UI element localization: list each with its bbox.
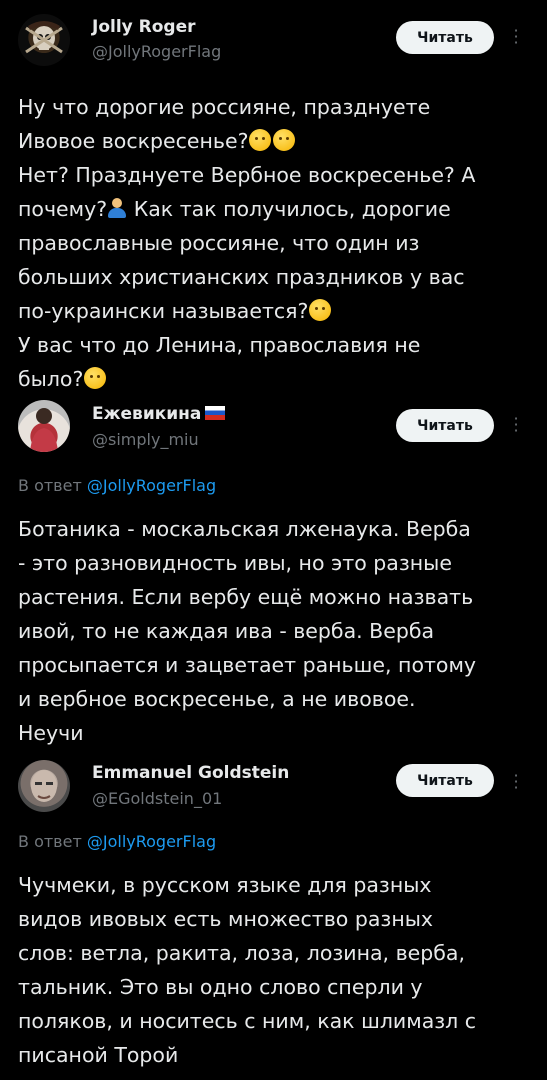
tweet-text: Ну что дорогие россияне, празднуете Ивов…: [18, 95, 476, 391]
follow-button[interactable]: Читать: [396, 764, 494, 797]
more-options-icon[interactable]: · · ·: [510, 411, 522, 439]
smirk-emoji-icon: [273, 129, 296, 151]
reply-1: Ежевикина @simply_miu Читать · · · В ответ…: [0, 390, 547, 750]
tweet-text: Чучмеки, в русском языке для разных видо…: [18, 873, 477, 1067]
more-options-icon[interactable]: · · ·: [510, 23, 522, 51]
reply-2: Emmanuel Goldstein @EGoldstein_01 Читать…: [0, 750, 547, 1080]
follow-button[interactable]: Читать: [396, 21, 494, 54]
russia-flag-icon: [205, 406, 226, 420]
reply-context: В ответ @JollyRogerFlag: [18, 832, 217, 851]
skull-icon: [25, 21, 63, 54]
smirk-emoji-icon: [84, 367, 107, 389]
reply-mention-link[interactable]: @JollyRogerFlag: [87, 832, 216, 851]
reply-mention-link[interactable]: @JollyRogerFlag: [87, 476, 216, 495]
tweet-1: Jolly Roger @JollyRogerFlag Читать · · · Н…: [0, 0, 547, 391]
author-handle[interactable]: @simply_miu: [92, 430, 199, 449]
follow-button[interactable]: Читать: [396, 409, 494, 442]
author-name[interactable]: Jolly Roger: [92, 17, 196, 37]
avatar[interactable]: [18, 14, 70, 66]
more-options-icon[interactable]: · · ·: [510, 768, 522, 796]
author-name[interactable]: Ежевикина: [92, 404, 226, 424]
thinking-emoji-icon: [249, 129, 272, 151]
avatar[interactable]: [18, 760, 70, 812]
avatar[interactable]: [18, 400, 70, 452]
person-photo-icon: [30, 408, 58, 452]
shrug-emoji-icon: [107, 197, 127, 219]
thinking-emoji-icon: [309, 299, 332, 321]
author-handle[interactable]: @EGoldstein_01: [92, 789, 222, 808]
author-name[interactable]: Emmanuel Goldstein: [92, 763, 289, 783]
tweet-text: Ботаника - москальская лженаука. Верба -…: [18, 517, 477, 745]
reply-context: В ответ @JollyRogerFlag: [18, 476, 217, 495]
author-handle[interactable]: @JollyRogerFlag: [92, 42, 221, 61]
person-photo-icon: [31, 770, 57, 802]
